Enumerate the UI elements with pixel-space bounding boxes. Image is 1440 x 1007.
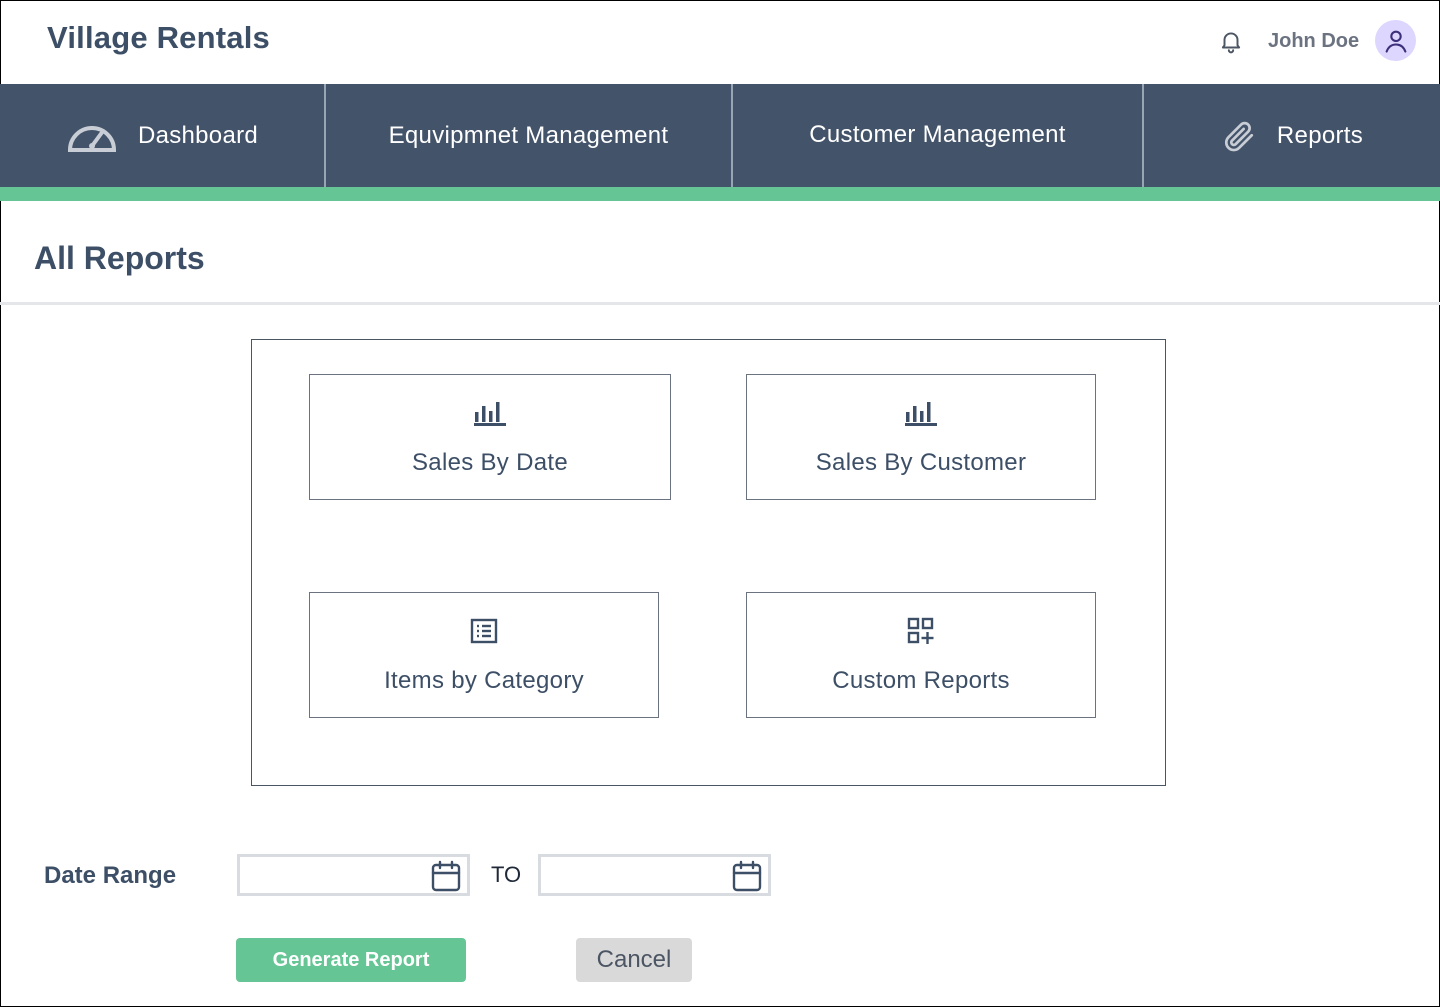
nav-item-customer-management[interactable]: Customer Management [733,84,1144,187]
nav-item-reports[interactable]: Reports [1144,84,1440,187]
main-nav: Dashboard Equvipmnet Management Customer… [0,84,1440,187]
user-icon [1382,27,1410,55]
report-card-sales-by-customer[interactable]: Sales By Customer [746,374,1096,500]
paperclip-icon [1221,118,1257,154]
report-label: Items by Category [384,667,584,694]
speedometer-icon [66,118,118,154]
avatar[interactable] [1375,20,1416,61]
calendar-icon[interactable] [431,860,461,897]
bell-icon[interactable] [1218,28,1244,54]
nav-label-dashboard: Dashboard [137,121,259,149]
start-date-input[interactable] [237,854,470,896]
report-label: Sales By Date [412,449,568,476]
report-label: Custom Reports [832,667,1010,694]
nav-accent-bar [0,187,1440,201]
report-label: Sales By Customer [815,449,1027,476]
page-title: All Reports [34,240,205,276]
report-card-custom-reports[interactable]: Custom Reports [746,592,1096,718]
cancel-button[interactable]: Cancel [576,938,692,982]
end-date-input[interactable] [538,854,771,896]
date-range-separator: TO [491,862,522,887]
nav-label-equipment-management: Equvipmnet Management [388,121,669,149]
nav-label-reports: Reports [1276,121,1364,149]
calendar-icon[interactable] [732,860,762,897]
list-icon [470,617,498,645]
app-title: Village Rentals [47,20,270,55]
generate-report-button[interactable]: Generate Report [236,938,466,982]
title-divider [0,302,1440,305]
bar-chart-icon [474,399,506,427]
nav-label-customer-management: Customer Management [809,120,1066,148]
report-card-sales-by-date[interactable]: Sales By Date [309,374,671,500]
nav-item-equipment-management[interactable]: Equvipmnet Management [326,84,733,187]
report-card-items-by-category[interactable]: Items by Category [309,592,659,718]
nav-item-dashboard[interactable]: Dashboard [0,84,326,187]
date-range-label: Date Range [44,862,177,889]
reports-panel: Sales By Date Sales By Customer Items by… [251,339,1166,786]
user-name[interactable]: John Doe [1268,30,1359,53]
grid-plus-icon [907,617,935,645]
bar-chart-icon [905,399,937,427]
